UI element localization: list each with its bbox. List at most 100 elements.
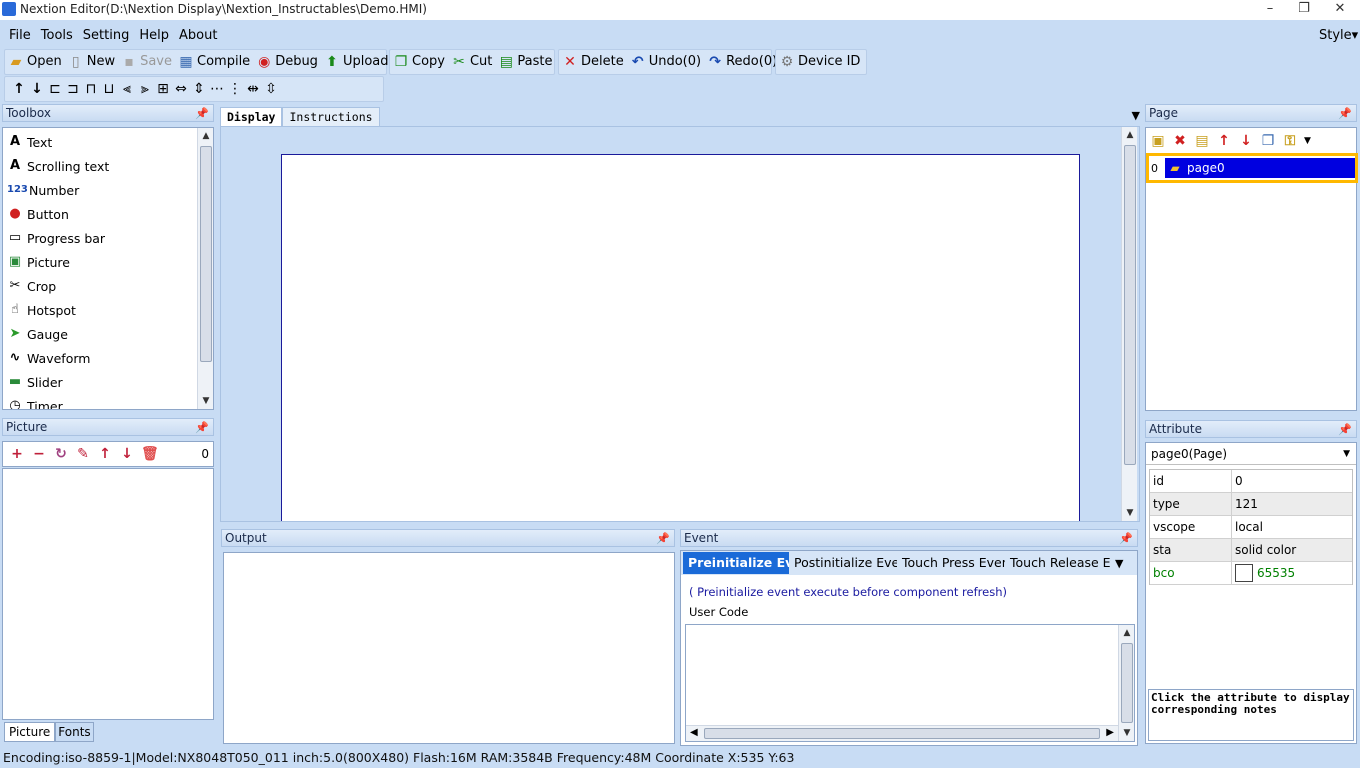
redo-button[interactable]: ↷ Redo(0)	[704, 50, 780, 74]
align-center-h-icon[interactable]: ⫷	[119, 81, 135, 97]
upload-button[interactable]: ⬆ Upload	[321, 50, 392, 74]
distribute-h-icon[interactable]: ⇹	[245, 81, 261, 97]
pin-icon[interactable]: 📌	[1119, 531, 1133, 547]
attr-row-sta[interactable]: sta solid color	[1150, 539, 1352, 562]
same-height-icon[interactable]: ⇕	[191, 81, 207, 97]
component-select[interactable]: page0(Page) ▼	[1146, 443, 1356, 465]
toolbox-item-button[interactable]: ● Button	[3, 202, 213, 226]
design-scrollbar[interactable]: ▲ ▼	[1121, 127, 1137, 521]
tab-instructions[interactable]: Instructions	[282, 107, 380, 126]
compile-button[interactable]: ▦ Compile	[175, 50, 253, 74]
style-menu[interactable]: Style▾	[1314, 24, 1360, 48]
bring-forward-icon[interactable]: ↑	[11, 81, 27, 97]
attr-row-bco[interactable]: bco 65535	[1150, 562, 1352, 585]
menu-help[interactable]: Help	[134, 24, 174, 48]
pin-icon[interactable]: 📌	[195, 106, 209, 122]
align-top-icon[interactable]: ⊓	[83, 81, 99, 97]
toolbox-item-slider[interactable]: ▬ Slider	[3, 370, 213, 394]
delete-page-icon[interactable]: ✖	[1172, 133, 1188, 149]
toolbox-item-timer[interactable]: ◷ Timer	[3, 394, 213, 409]
attr-value[interactable]: 0	[1232, 470, 1352, 492]
toolbox-item-crop[interactable]: ✂ Crop	[3, 274, 213, 298]
delete-all-icon[interactable]: 🗑	[141, 446, 159, 462]
menu-tools[interactable]: Tools	[36, 24, 78, 48]
send-backward-icon[interactable]: ↓	[29, 81, 45, 97]
tab-preinitialize[interactable]: Preinitialize Eve...	[683, 552, 789, 574]
attr-row-type[interactable]: type 121	[1150, 493, 1352, 516]
tabs-dropdown-icon[interactable]: ▼	[1132, 109, 1140, 122]
menu-about[interactable]: About	[174, 24, 222, 48]
toolbox-item-scrolling-text[interactable]: A Scrolling text	[3, 154, 213, 178]
add-icon[interactable]: +	[9, 446, 25, 462]
debug-button[interactable]: ◉ Debug	[253, 50, 321, 74]
page-up-icon[interactable]: ↑	[1216, 133, 1232, 149]
toolbox-scrollbar[interactable]: ▲ ▼	[197, 128, 213, 409]
tab-fonts[interactable]: Fonts	[55, 722, 94, 742]
code-vscrollbar[interactable]: ▲ ▼	[1118, 625, 1134, 741]
tab-postinitialize[interactable]: Postinitialize Eve...	[789, 552, 897, 574]
output-area[interactable]	[223, 552, 675, 744]
attr-value[interactable]: local	[1232, 516, 1352, 538]
import-page-icon[interactable]: ⚿	[1282, 133, 1298, 149]
menu-file[interactable]: File	[4, 24, 36, 48]
undo-button[interactable]: ↶ Undo(0)	[627, 50, 704, 74]
menu-setting[interactable]: Setting	[78, 24, 135, 48]
code-hscrollbar[interactable]: ◀ ▶	[686, 725, 1118, 741]
toolbox-item-progress-bar[interactable]: ▭ Progress bar	[3, 226, 213, 250]
tab-picture[interactable]: Picture	[4, 722, 56, 742]
h-spacing-icon[interactable]: ⋯	[209, 81, 225, 97]
color-swatch[interactable]	[1235, 564, 1253, 582]
cut-button[interactable]: ✂ Cut	[448, 50, 495, 74]
delete-button[interactable]: ✕ Delete	[559, 50, 627, 74]
toolbox-item-waveform[interactable]: ∿ Waveform	[3, 346, 213, 370]
page-toolbar-dropdown-icon[interactable]: ▼	[1304, 136, 1311, 146]
toolbox-item-picture[interactable]: ▣ Picture	[3, 250, 213, 274]
same-size-icon[interactable]: ⊞	[155, 81, 171, 97]
attr-value[interactable]: 121	[1232, 493, 1352, 515]
pin-icon[interactable]: 📌	[1338, 422, 1352, 438]
toolbox-item-gauge[interactable]: ➤ Gauge	[3, 322, 213, 346]
replace-icon[interactable]: ↻	[53, 446, 69, 462]
toolbox-item-text[interactable]: A Text	[3, 130, 213, 154]
align-bottom-icon[interactable]: ⊔	[101, 81, 117, 97]
paste-button[interactable]: ▤ Paste	[495, 50, 555, 74]
event-tabs-dropdown-icon[interactable]: ▼	[1115, 557, 1123, 570]
add-page-icon[interactable]: ▣	[1150, 133, 1166, 149]
copy-button[interactable]: ❐ Copy	[390, 50, 448, 74]
toolbox-item-number[interactable]: 123 Number	[3, 178, 213, 202]
same-width-icon[interactable]: ⇔	[173, 81, 189, 97]
user-code-editor[interactable]: ▲ ▼ ◀ ▶	[685, 624, 1135, 742]
pin-icon[interactable]: 📌	[1338, 106, 1352, 122]
device-id-button[interactable]: ⚙ Device ID	[776, 50, 863, 74]
attr-row-id[interactable]: id 0	[1150, 470, 1352, 493]
minimize-button[interactable]: –	[1252, 0, 1288, 20]
copy-page-icon[interactable]: ❐	[1260, 133, 1276, 149]
tab-touch-press[interactable]: Touch Press Even...	[897, 552, 1005, 574]
attr-row-vscope[interactable]: vscope local	[1150, 516, 1352, 539]
maximize-button[interactable]: ❐	[1286, 0, 1322, 20]
remove-icon[interactable]: −	[31, 446, 47, 462]
v-spacing-icon[interactable]: ⋮	[227, 81, 243, 97]
align-right-icon[interactable]: ⊐	[65, 81, 81, 97]
page-item-page0[interactable]: 0 ▰ page0	[1146, 153, 1358, 183]
align-center-v-icon[interactable]: ⫸	[137, 81, 153, 97]
attr-value[interactable]: 65535	[1232, 562, 1352, 584]
display-canvas[interactable]	[281, 154, 1080, 521]
insert-icon[interactable]: ✎	[75, 446, 91, 462]
align-left-icon[interactable]: ⊏	[47, 81, 63, 97]
toolbox-item-hotspot[interactable]: ☝ Hotspot	[3, 298, 213, 322]
distribute-v-icon[interactable]: ⇳	[263, 81, 279, 97]
save-button[interactable]: ▪ Save	[118, 50, 175, 74]
open-button[interactable]: ▰ Open	[5, 50, 65, 74]
tab-touch-release[interactable]: Touch Release Ev...	[1005, 552, 1111, 574]
new-button[interactable]: ▯ New	[65, 50, 118, 74]
move-down-icon[interactable]: ↓	[119, 446, 135, 462]
move-up-icon[interactable]: ↑	[97, 446, 113, 462]
close-button[interactable]: ✕	[1322, 0, 1358, 20]
insert-page-icon[interactable]: ▤	[1194, 133, 1210, 149]
pin-icon[interactable]: 📌	[195, 420, 209, 436]
page-down-icon[interactable]: ↓	[1238, 133, 1254, 149]
attr-value[interactable]: solid color	[1232, 539, 1352, 561]
tab-display[interactable]: Display	[220, 107, 283, 126]
pin-icon[interactable]: 📌	[656, 531, 670, 547]
